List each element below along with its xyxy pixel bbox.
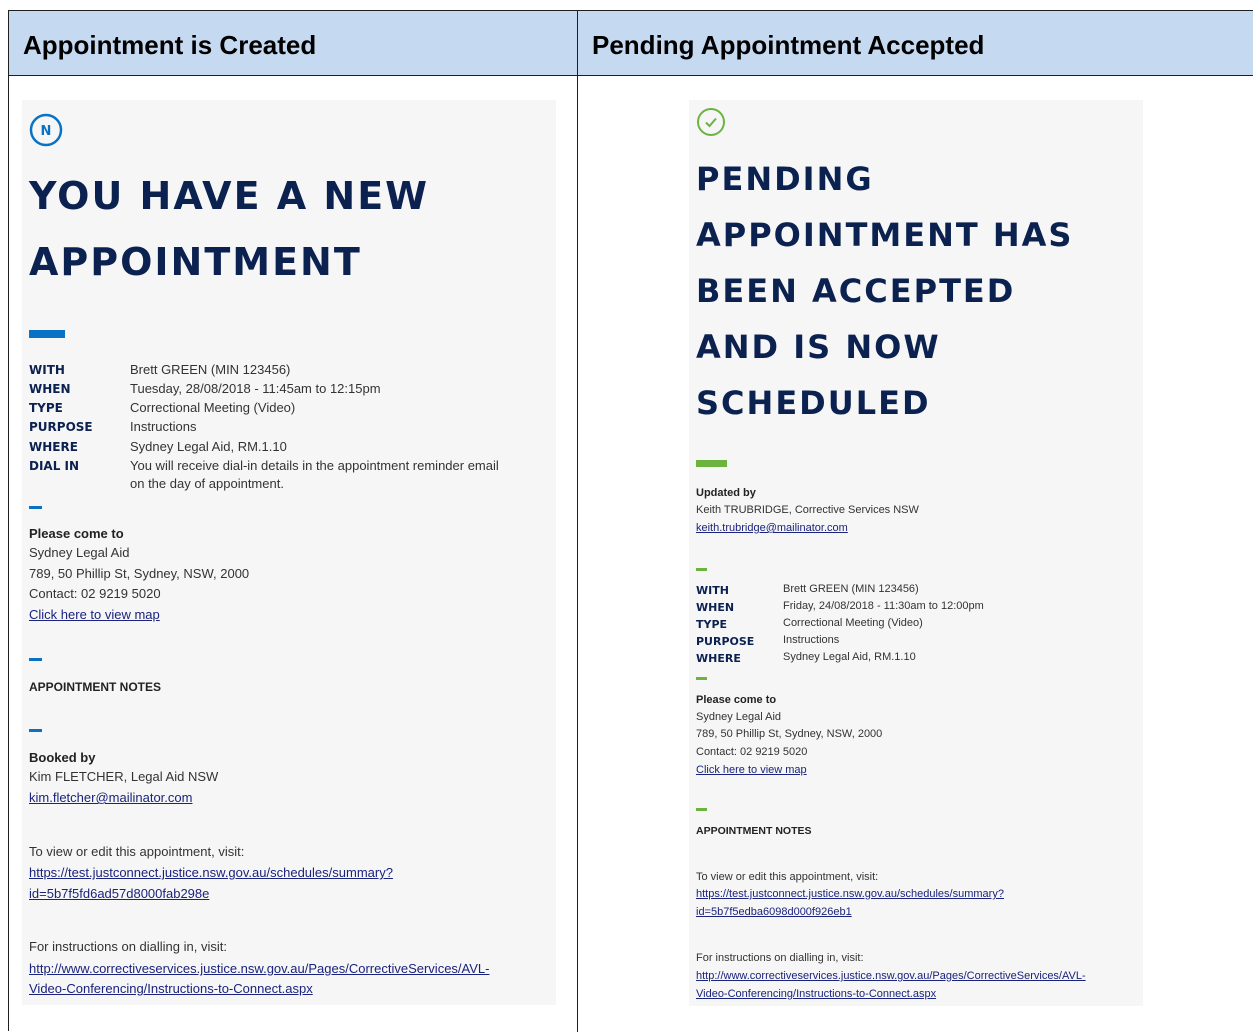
detail-value-purpose: Instructions [130,419,197,434]
updated-email-link[interactable]: keith.trubridge@mailinator.com [696,522,848,534]
email-title-line-5: SCHEDULED [696,384,931,422]
summary-link-line-1[interactable]: https://test.justconnect.justice.nsw.gov… [696,888,1004,900]
dialling-instructions-text: For instructions on dialling in, visit: [696,952,864,964]
detail-value-when: Tuesday, 28/08/2018 - 11:45am to 12:15pm [130,381,381,396]
detail-label-type: TYPE [696,618,728,631]
detail-label-where: WHERE [696,652,741,665]
updated-heading: Updated by [696,487,756,499]
come-line-1: Sydney Legal Aid [29,545,130,560]
header-right-title: Pending Appointment Accepted [592,30,985,60]
booked-name: Kim FLETCHER, Legal Aid NSW [29,769,219,784]
section-dash [696,677,707,680]
section-dash [696,808,707,811]
header-left-title: Appointment is Created [23,30,317,60]
detail-value-when: Friday, 24/08/2018 - 11:30am to 12:00pm [783,600,984,612]
detail-label-dial-in: DIAL IN [29,459,80,473]
detail-label-purpose: PURPOSE [29,420,93,434]
section-dash [29,506,42,509]
section-dash [29,658,42,661]
come-line-3: Contact: 02 9219 5020 [696,746,808,758]
badge-letter: N [41,124,52,139]
come-heading: Please come to [696,694,777,706]
detail-label-type: TYPE [29,401,63,415]
notes-heading: APPOINTMENT NOTES [696,825,812,837]
accepted-appointment-email: PENDING APPOINTMENT HAS BEEN ACCEPTED AN… [689,100,1143,1006]
detail-label-when: WHEN [29,382,71,396]
detail-value-with: Brett GREEN (MIN 123456) [130,362,291,377]
view-edit-text: To view or edit this appointment, visit: [696,871,879,883]
notes-heading: APPOINTMENT NOTES [29,680,162,694]
email-title-line-2: APPOINTMENT [29,240,362,284]
summary-link-line-1[interactable]: https://test.justconnect.justice.nsw.gov… [29,865,393,880]
come-line-2: 789, 50 Phillip St, Sydney, NSW, 2000 [29,566,250,581]
booked-email-link[interactable]: kim.fletcher@mailinator.com [29,790,192,805]
email-title-line-3: BEEN ACCEPTED [696,272,1016,310]
email-title-line-2: APPOINTMENT HAS [696,216,1074,254]
detail-value-with: Brett GREEN (MIN 123456) [783,583,919,595]
section-dash [29,729,42,732]
detail-label-where: WHERE [29,440,78,454]
view-edit-text: To view or edit this appointment, visit: [29,844,245,859]
column-divider [577,11,578,1032]
detail-label-with: WITH [29,363,65,377]
detail-label-with: WITH [696,584,729,597]
summary-link-line-2[interactable]: id=5b7f5edba6098d000f926eb1 [696,906,852,918]
updated-name: Keith TRUBRIDGE, Corrective Services NSW [696,504,919,516]
come-line-2: 789, 50 Phillip St, Sydney, NSW, 2000 [696,728,883,740]
check-circle-icon [697,108,725,136]
come-line-3: Contact: 02 9219 5020 [29,586,161,601]
dialling-link-line-1[interactable]: http://www.correctiveservices.justice.ns… [29,961,489,976]
detail-label-purpose: PURPOSE [696,635,755,648]
dialling-link-line-1[interactable]: http://www.correctiveservices.justice.ns… [696,970,1086,982]
detail-value-dial-in-cont: on the day of appointment. [130,476,284,491]
detail-value-where: Sydney Legal Aid, RM.1.10 [130,439,287,454]
header-cell-left: Appointment is Created [9,11,578,76]
detail-value-type: Correctional Meeting (Video) [130,400,296,415]
come-line-1: Sydney Legal Aid [696,711,782,723]
accent-bar [696,460,727,467]
header-cell-right: Pending Appointment Accepted [578,11,1253,76]
booked-heading: Booked by [29,750,96,765]
view-map-link[interactable]: Click here to view map [29,607,160,622]
detail-value-where: Sydney Legal Aid, RM.1.10 [783,651,916,663]
detail-value-dial-in: You will receive dial-in details in the … [130,458,499,473]
email-title-line-1: YOU HAVE A NEW [29,174,430,218]
detail-value-type: Correctional Meeting (Video) [783,617,923,629]
dialling-link-line-2[interactable]: Video-Conferencing/Instructions-to-Conne… [696,988,936,1000]
email-title-line-4: AND IS NOW [696,328,941,366]
new-appointment-email: N YOU HAVE A NEW APPOINTMENT WITH Brett … [22,100,556,1005]
dialling-link-line-2[interactable]: Video-Conferencing/Instructions-to-Conne… [29,981,313,996]
view-map-link[interactable]: Click here to view map [696,764,807,776]
accent-bar [29,330,65,338]
dialling-instructions-text: For instructions on dialling in, visit: [29,939,227,954]
detail-label-when: WHEN [696,601,735,614]
come-heading: Please come to [29,526,124,541]
new-badge-icon: N [29,113,63,147]
email-title-line-1: PENDING [696,160,874,198]
summary-link-line-2[interactable]: id=5b7f5fd6ad57d8000fab298e [29,886,209,901]
detail-value-purpose: Instructions [783,634,840,646]
section-dash [696,568,707,571]
